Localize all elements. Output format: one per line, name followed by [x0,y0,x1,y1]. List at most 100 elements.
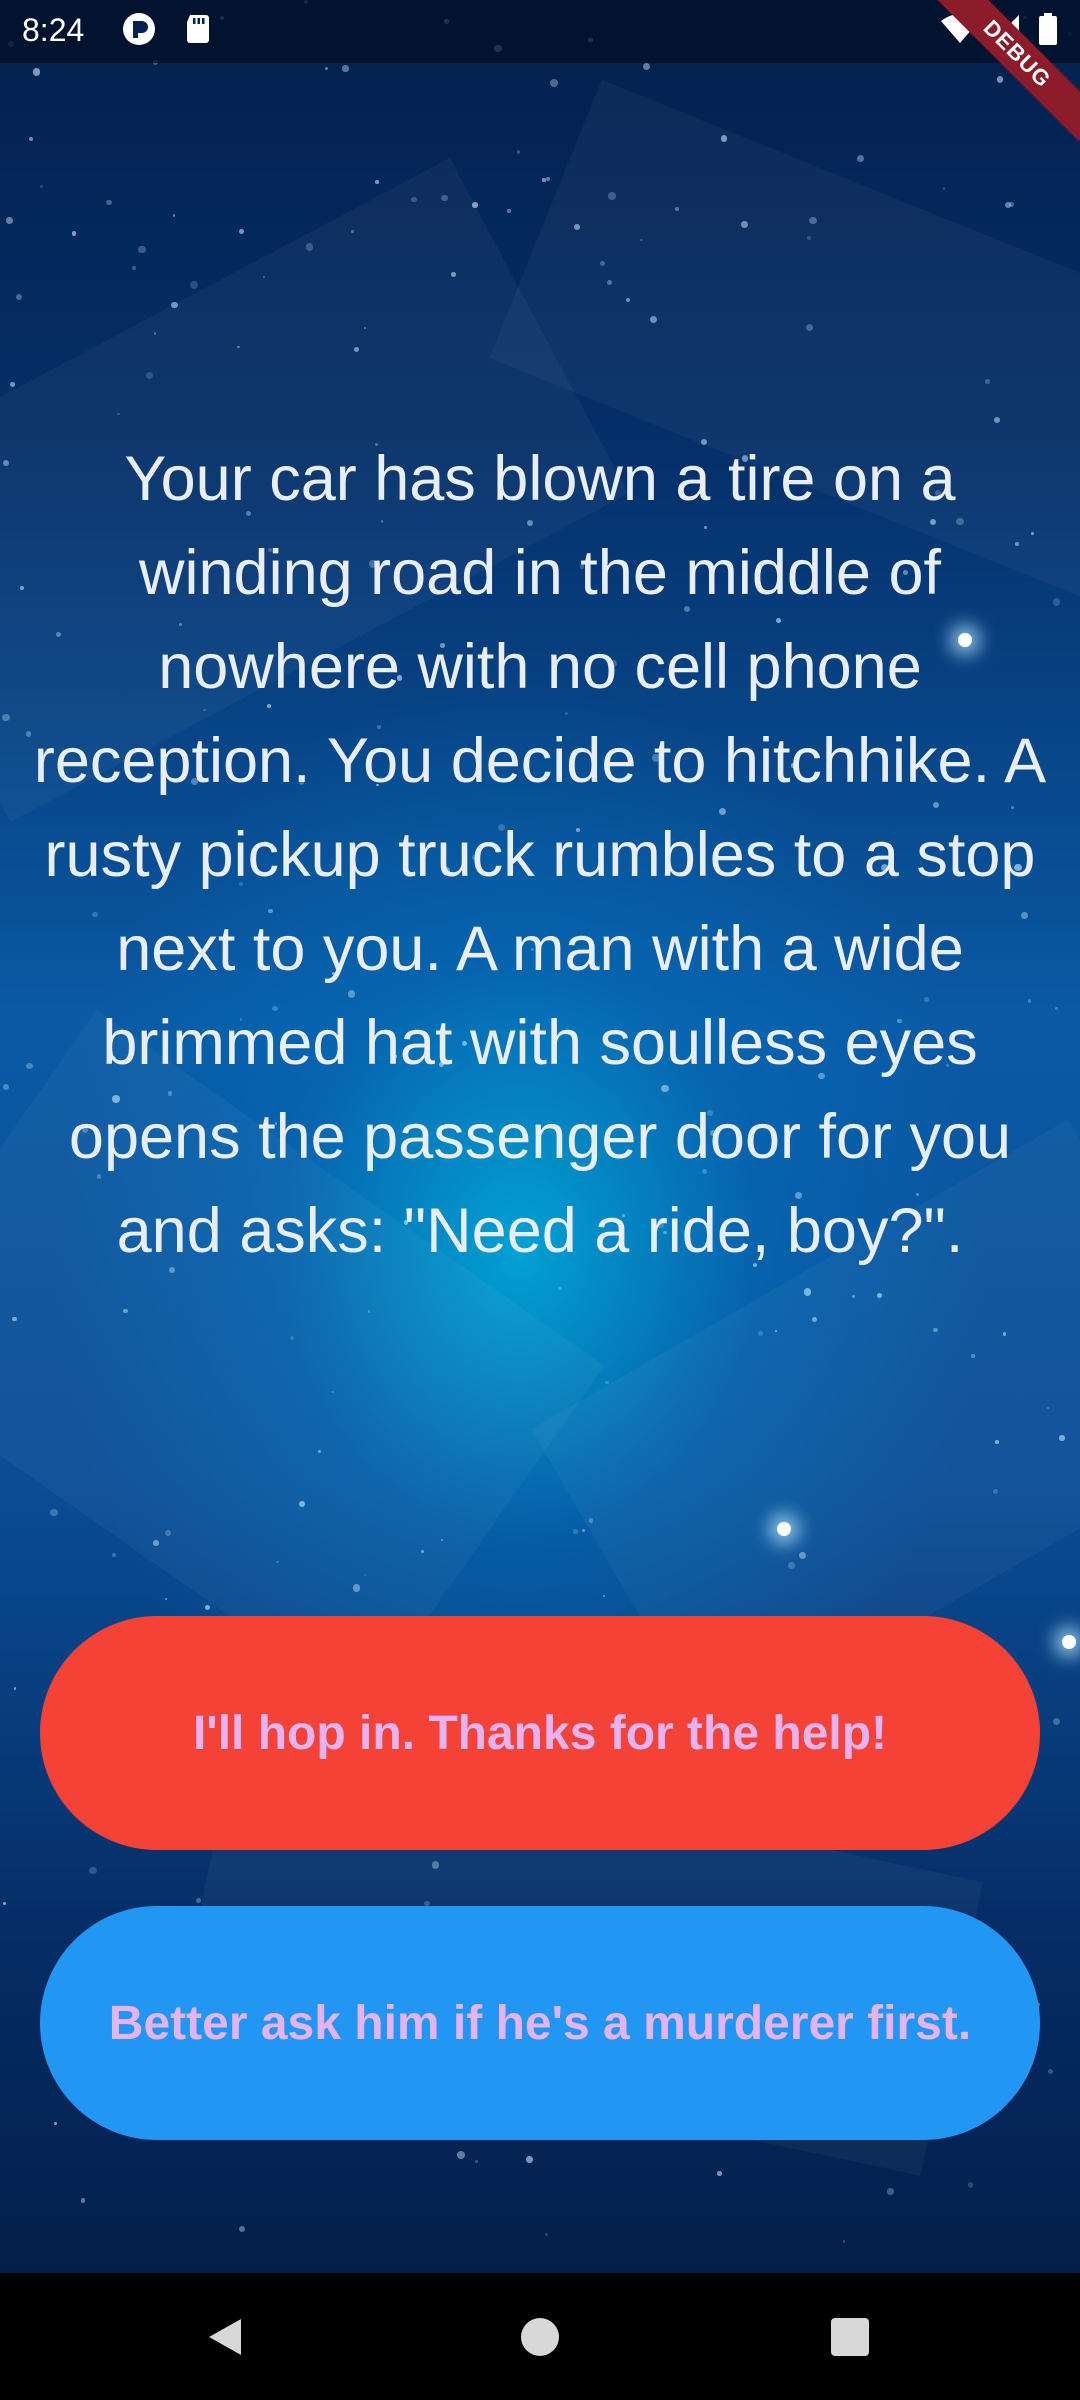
battery-icon [1039,13,1057,45]
star-particle [33,68,41,76]
star-particle [573,223,580,231]
star-particle [605,1380,609,1385]
star-particle [516,150,521,154]
star-particle [996,76,1004,83]
star-particle [968,2182,974,2188]
star-particle [153,1540,159,1546]
star-particle [3,1083,10,1090]
star-particle [526,2156,533,2163]
star-particle [507,209,511,213]
star-particle [3,1902,7,1906]
bright-star [1062,1635,1076,1649]
star-particle [1054,1007,1058,1011]
choice1-button[interactable]: I'll hop in. Thanks for the help! [40,1616,1040,1850]
star-particle [106,199,113,206]
star-particle [50,1508,58,1517]
star-particle [325,66,329,70]
star-particle [558,1286,562,1291]
star-particle [10,381,15,387]
star-particle [600,260,605,266]
star-particle [642,63,650,70]
star-particle [942,187,946,190]
star-particle [545,2232,549,2237]
star-particle [877,1292,883,1298]
star-particle [352,1584,361,1593]
star-particle [363,326,366,329]
star-particle [112,1553,117,1558]
star-particle [1047,2069,1053,2075]
star-particle [472,202,478,208]
star-particle [172,214,176,217]
status-bar: 8:24 [0,0,1080,63]
star-particle [608,192,616,200]
star-particle [239,2225,245,2232]
star-particle [626,298,631,302]
star-particle [80,2198,86,2203]
back-icon[interactable] [205,2317,245,2357]
star-particle [13,1686,17,1690]
star-particle [674,206,679,211]
star-particle [851,1294,855,1298]
choice2-label: Better ask him if he's a murderer first. [108,1996,972,2050]
star-particle [985,379,990,384]
star-particle [993,1488,998,1494]
bright-star [777,1522,791,1536]
star-particle [475,2159,479,2163]
star-particle [842,2240,845,2243]
star-particle [204,1604,211,1611]
star-particle [351,230,354,234]
star-particle [364,1573,367,1576]
story-text: Your car has blown a tire on a winding r… [33,444,1047,1266]
star-particle [1,713,10,722]
star-particle [132,265,137,270]
star-particle [331,1391,334,1394]
star-particle [146,371,153,379]
star-particle [138,245,146,254]
star-particle [342,65,349,72]
star-particle [787,1562,795,1569]
star-particle [1053,1718,1061,1726]
star-particle [239,228,245,234]
star-particle [440,194,448,202]
sd-card-icon [187,15,209,43]
star-particle [431,1861,440,1869]
star-particle [40,184,44,188]
star-particle [1052,598,1061,607]
star-particle [457,2151,465,2160]
star-particle [809,216,817,225]
star-particle [237,345,240,349]
cell-signal-icon [991,15,1019,43]
star-particle [190,281,198,289]
star-particle [811,1317,817,1323]
star-particle [171,301,178,309]
star-particle [803,1288,811,1296]
wifi-icon [941,14,979,43]
star-particle [262,275,265,278]
star-particle [856,154,865,163]
star-particle [164,1529,171,1536]
star-particle [53,2122,57,2126]
recents-icon[interactable] [830,2317,870,2357]
star-particle [573,1529,578,1535]
star-particle [88,1866,97,1875]
star-particle [550,79,559,88]
status-time: 8:24 [22,12,85,48]
star-particle [71,231,77,236]
star-particle [807,236,811,240]
star-particle [887,2188,894,2195]
home-icon[interactable] [520,2317,560,2357]
navigation-bar [0,2273,1080,2400]
star-particle [740,221,748,229]
star-particle [1004,202,1011,209]
star-particle [717,2171,723,2177]
star-particle [581,1528,586,1533]
sync-icon [123,13,155,45]
star-particle [1059,1435,1065,1441]
star-particle [995,1440,1000,1444]
star-particle [1002,1332,1006,1336]
choice2-button[interactable]: Better ask him if he's a murderer first. [40,1906,1040,2140]
star-particle [546,177,551,182]
star-particle [374,179,379,185]
star-particle [721,135,728,142]
star-particle [123,1308,128,1314]
